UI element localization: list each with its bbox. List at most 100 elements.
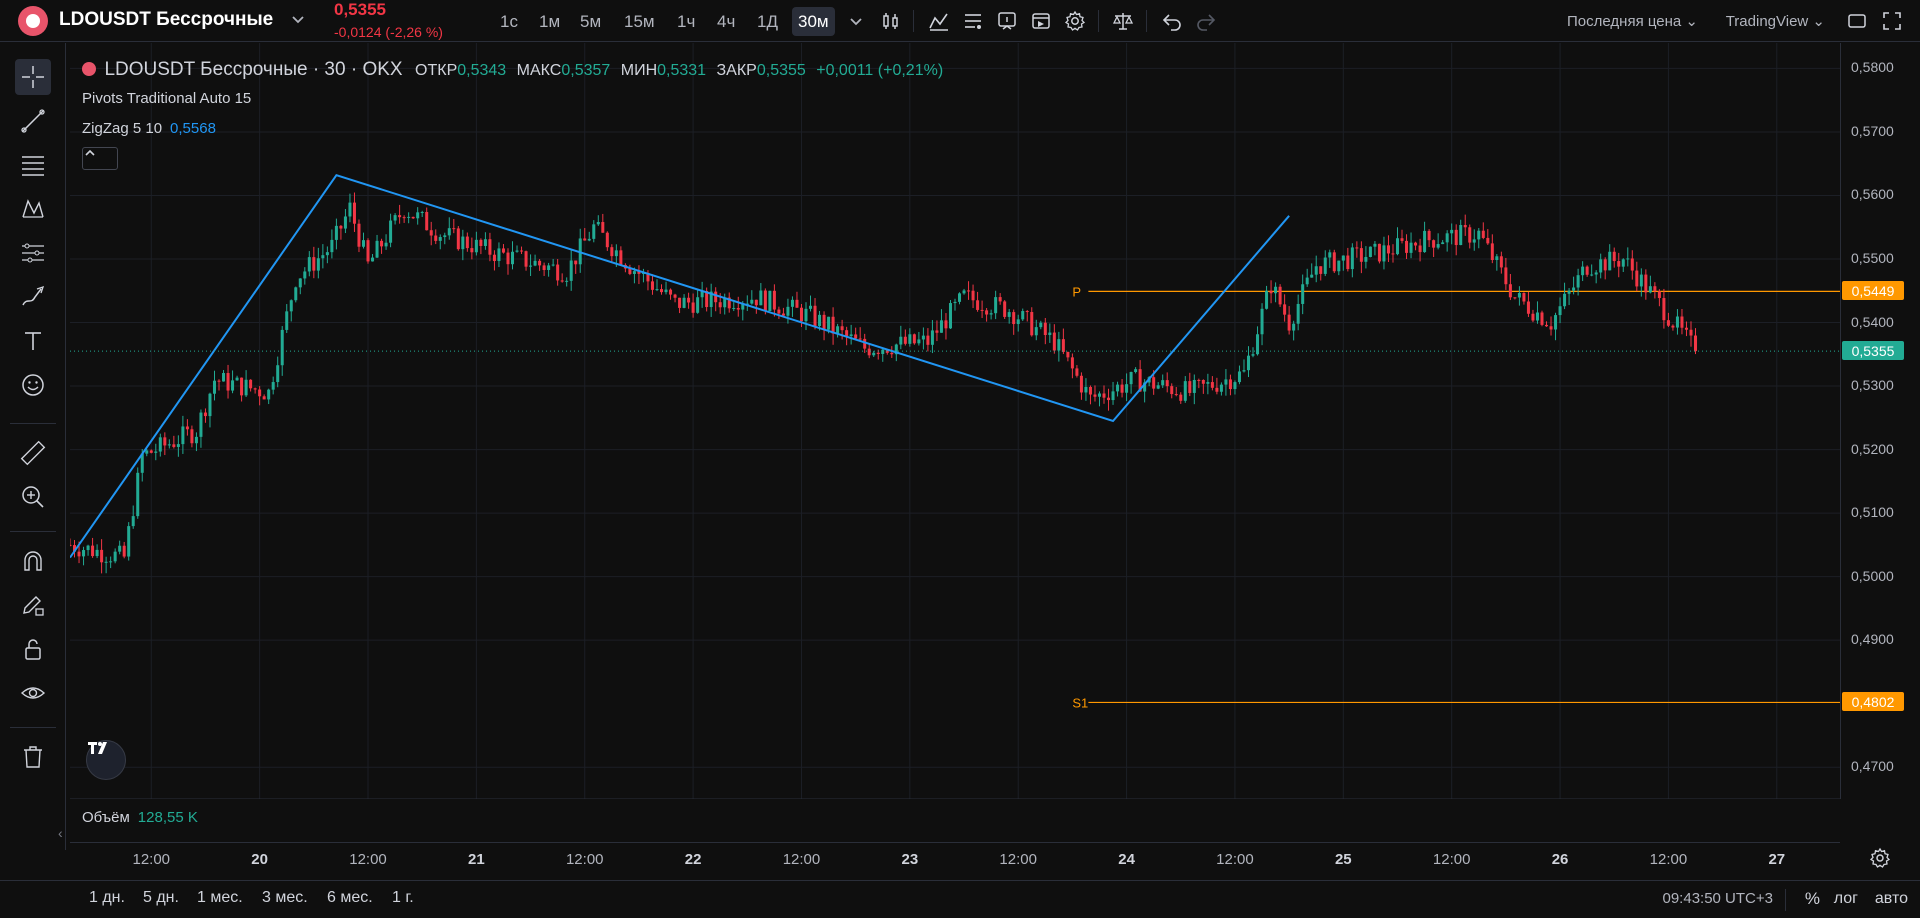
- forecast-tool-icon[interactable]: [15, 235, 51, 271]
- pattern-tool-icon[interactable]: [15, 191, 51, 227]
- time-tick: 23: [901, 851, 919, 868]
- collapse-toolbar-icon[interactable]: ‹: [58, 825, 70, 841]
- candle-body: [772, 290, 776, 310]
- legend-high-value: 0,5357: [561, 62, 611, 79]
- candle-body: [556, 264, 560, 281]
- timeframe-chevron-icon[interactable]: [844, 9, 868, 33]
- candle-body: [1039, 322, 1043, 328]
- candle-body: [1323, 257, 1327, 274]
- range-1d-button[interactable]: 1 дн.: [89, 889, 125, 907]
- price-axis[interactable]: 0,5800 0,5700 0,5600 0,5500 0,5400 0,5300 0,52…: [1840, 43, 1920, 799]
- ruler-tool-icon[interactable]: [15, 435, 51, 471]
- log-scale-button[interactable]: лог: [1834, 890, 1858, 908]
- auto-scale-button[interactable]: авто: [1875, 890, 1908, 908]
- candle-body: [953, 301, 957, 304]
- candle-body: [343, 216, 347, 229]
- price-tick: 0,5500: [1851, 250, 1894, 266]
- text-tool-icon[interactable]: [15, 323, 51, 359]
- emoji-tool-icon[interactable]: [15, 367, 51, 403]
- trend-line-tool-icon[interactable]: [15, 103, 51, 139]
- candles: [70, 192, 1698, 574]
- compare-scale-icon[interactable]: [1111, 9, 1135, 33]
- timeframe-1h[interactable]: 1ч: [671, 7, 701, 36]
- eye-icon[interactable]: [15, 675, 51, 711]
- time-axis[interactable]: 12:00 20 12:00 21 12:00 22 12:00 23 12:00 24 12:00…: [70, 842, 1840, 874]
- top-toolbar: LDOUSDT Бессрочные 0,5355 -0,0124 (-2,26…: [0, 0, 1920, 42]
- provider-dropdown[interactable]: TradingView ⌄: [1726, 12, 1825, 30]
- lock-icon[interactable]: [15, 631, 51, 667]
- fib-tool-icon[interactable]: [15, 147, 51, 183]
- time-tick: 21: [468, 851, 485, 868]
- candle-body: [1228, 379, 1232, 390]
- candle-body: [100, 549, 104, 563]
- timeframe-4h[interactable]: 4ч: [711, 7, 741, 36]
- candle-body: [1242, 370, 1246, 372]
- range-5d-button[interactable]: 5 дн.: [143, 889, 179, 907]
- volume-legend[interactable]: Объём 128,55 K: [82, 809, 198, 826]
- candle-body: [456, 228, 460, 250]
- timeframe-15m[interactable]: 15м: [618, 7, 661, 36]
- candle-body: [185, 426, 189, 430]
- timeframe-30m[interactable]: 30м: [792, 7, 835, 36]
- pivots-indicator-legend[interactable]: Pivots Traditional Auto 15: [82, 90, 251, 107]
- trash-icon[interactable]: [15, 739, 51, 775]
- candle-body: [655, 289, 659, 291]
- timeframe-1m[interactable]: 1м: [533, 7, 566, 36]
- axis-settings-icon[interactable]: [1868, 846, 1892, 870]
- clock-timezone[interactable]: 09:43:50 UTC+3: [1663, 890, 1774, 907]
- symbol-logo-icon[interactable]: [18, 6, 48, 36]
- lock-drawings-pencil-icon[interactable]: [15, 587, 51, 623]
- zoom-in-icon[interactable]: [15, 479, 51, 515]
- settings-gear-icon[interactable]: [1063, 9, 1087, 33]
- time-tick: 24: [1118, 851, 1135, 868]
- fullscreen-icon[interactable]: [1880, 9, 1904, 33]
- chevron-down-icon[interactable]: [288, 9, 308, 29]
- candle-body: [1526, 301, 1530, 314]
- indicators-icon[interactable]: [927, 9, 951, 33]
- candle-body: [145, 450, 149, 454]
- candle-body: [1070, 357, 1074, 369]
- candle-body: [357, 223, 361, 247]
- candle-body: [420, 211, 424, 213]
- candle-style-icon[interactable]: [879, 9, 903, 33]
- price-source-dropdown[interactable]: Последняя цена ⌄: [1567, 12, 1698, 30]
- timeframe-5m[interactable]: 5м: [574, 7, 607, 36]
- undo-icon[interactable]: [1160, 9, 1184, 33]
- chart-pane[interactable]: P S1 LDOUSDT Бессрочные · 30 · OKX ОТКР0,…: [70, 43, 1840, 826]
- candle-body: [520, 250, 524, 252]
- candle-body: [1274, 286, 1278, 294]
- candle-body: [465, 236, 469, 249]
- timeframe-1d[interactable]: 1Д: [751, 7, 784, 36]
- candle-body: [944, 320, 948, 329]
- range-6m-button[interactable]: 6 мес.: [327, 889, 373, 907]
- candle-body: [1499, 256, 1503, 268]
- alert-icon[interactable]: [995, 9, 1019, 33]
- candle-body: [596, 222, 600, 225]
- window-layout-icon[interactable]: [1845, 9, 1869, 33]
- zigzag-indicator-legend[interactable]: ZigZag 5 10 0,5568: [82, 120, 216, 137]
- symbol-search-button[interactable]: LDOUSDT Бессрочные: [59, 9, 273, 31]
- candle-body: [1463, 225, 1467, 228]
- redo-icon[interactable]: [1194, 9, 1218, 33]
- range-1y-button[interactable]: 1 г.: [392, 889, 414, 907]
- time-tick: 26: [1551, 851, 1569, 868]
- candle-body: [1043, 322, 1047, 336]
- crosshair-tool-icon[interactable]: [15, 59, 51, 95]
- candle-body: [1278, 286, 1282, 305]
- range-1m-button[interactable]: 1 мес.: [197, 889, 243, 907]
- candle-body: [542, 265, 546, 270]
- candle-body: [258, 389, 262, 397]
- magnet-icon[interactable]: [15, 543, 51, 579]
- candle-body: [1648, 286, 1652, 293]
- replay-icon[interactable]: [1029, 9, 1053, 33]
- percent-scale-button[interactable]: %: [1805, 889, 1820, 909]
- timeframe-1s[interactable]: 1с: [494, 7, 524, 36]
- price-chart[interactable]: P S1: [70, 43, 1840, 799]
- candle-body: [95, 549, 99, 557]
- legend-collapse-button[interactable]: [82, 147, 118, 170]
- templates-icon[interactable]: [961, 9, 985, 33]
- tradingview-logo-icon[interactable]: [86, 740, 126, 780]
- brush-tool-icon[interactable]: [15, 279, 51, 315]
- candle-body: [696, 297, 700, 313]
- range-3m-button[interactable]: 3 мес.: [262, 889, 308, 907]
